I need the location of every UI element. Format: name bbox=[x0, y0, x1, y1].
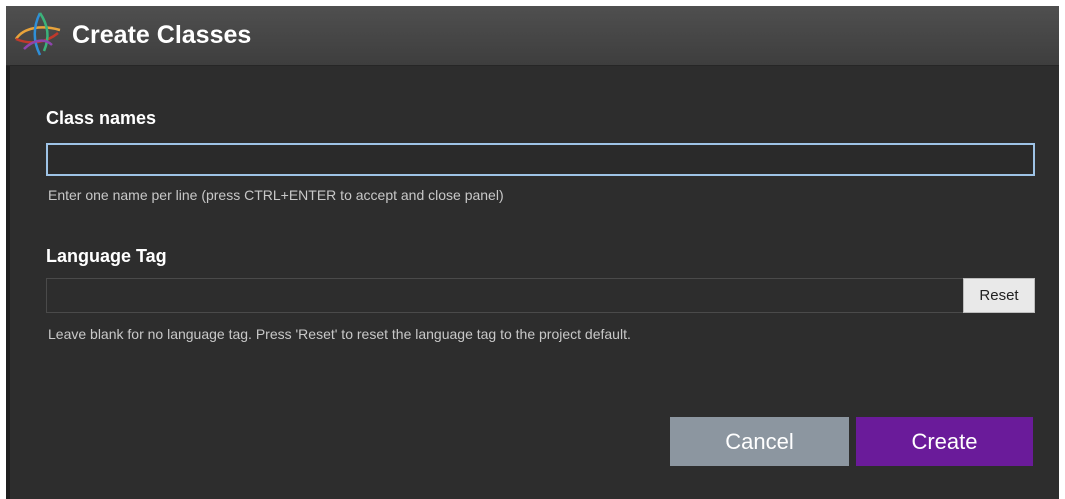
create-button[interactable]: Create bbox=[856, 417, 1033, 466]
dialog-title: Create Classes bbox=[72, 21, 252, 49]
protege-logo-icon bbox=[14, 12, 61, 56]
class-names-input[interactable] bbox=[46, 143, 1035, 176]
language-tag-input[interactable] bbox=[46, 278, 963, 313]
dialog-titlebar: Create Classes bbox=[6, 6, 1059, 66]
class-names-label: Class names bbox=[46, 108, 157, 128]
dialog-left-edge bbox=[6, 66, 10, 499]
create-classes-dialog: Create Classes Class names Enter one nam… bbox=[6, 6, 1059, 499]
cancel-button[interactable]: Cancel bbox=[670, 417, 849, 466]
language-tag-hint: Leave blank for no language tag. Press '… bbox=[48, 326, 631, 342]
reset-language-tag-button[interactable]: Reset bbox=[963, 278, 1035, 313]
class-names-hint: Enter one name per line (press CTRL+ENTE… bbox=[48, 187, 504, 203]
language-tag-label: Language Tag bbox=[46, 246, 167, 266]
